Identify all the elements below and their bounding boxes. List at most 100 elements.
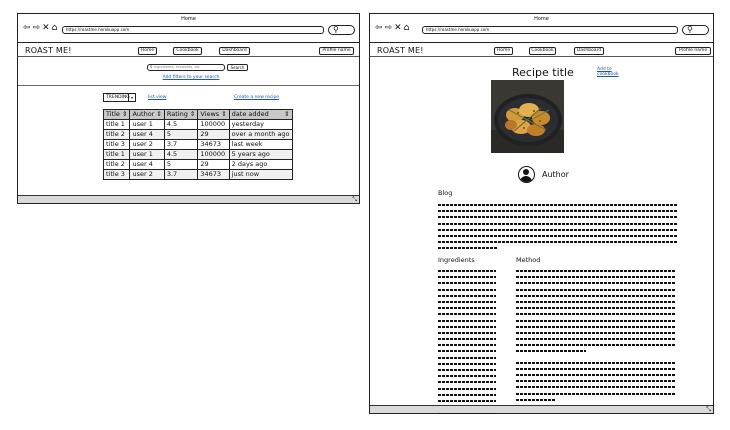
forward-arrow-icon[interactable]: ⇨ bbox=[385, 24, 393, 33]
avatar-head bbox=[523, 169, 529, 175]
cell-date: just now bbox=[228, 169, 293, 180]
window-title: Home bbox=[534, 16, 549, 22]
table-header-row: Title ⇕ Author ⇕ Rating ⇕ Views ⇕ date a… bbox=[102, 109, 293, 120]
column-header-rating[interactable]: Rating ⇕ bbox=[163, 109, 199, 120]
cookbook-button[interactable]: Cookbook bbox=[529, 47, 556, 55]
column-header-title[interactable]: Title ⇕ bbox=[102, 109, 131, 120]
add-filters-link[interactable]: Add filters to your search bbox=[146, 75, 236, 80]
browser-window-recipe: Home ⇦ ⇨ ✕ ⌂ https://roastme.herokuapp.c… bbox=[369, 13, 714, 416]
window-title: Home bbox=[181, 16, 196, 22]
column-header-author[interactable]: Author ⇕ bbox=[129, 109, 165, 120]
cell-views: 34673 bbox=[197, 169, 230, 180]
user-avatar-icon[interactable] bbox=[518, 166, 535, 183]
table-row[interactable]: title 3 user 2 3.7 34673 just now bbox=[102, 169, 293, 180]
app-logo-text[interactable]: ROAST ME! bbox=[25, 46, 72, 55]
column-header-date[interactable]: date added ⇕ bbox=[228, 109, 293, 120]
browser-search-field[interactable]: ⚲ bbox=[328, 25, 355, 35]
close-icon[interactable]: ✕ bbox=[394, 24, 402, 33]
search-icon: ⚲ bbox=[333, 25, 339, 34]
sort-dropdown-value: TRENDING bbox=[106, 95, 130, 100]
author-name[interactable]: Author bbox=[542, 170, 569, 179]
status-bar: ⤡ bbox=[18, 195, 359, 203]
create-recipe-link[interactable]: Create a new recipe bbox=[234, 95, 279, 100]
avatar-body bbox=[520, 176, 532, 182]
dashboard-button[interactable]: Dashboard bbox=[574, 47, 604, 55]
back-arrow-icon[interactable]: ⇦ bbox=[23, 24, 31, 33]
list-view-link[interactable]: list view bbox=[148, 95, 166, 100]
cell-views: 29 bbox=[197, 129, 230, 140]
ingredients-list bbox=[438, 270, 496, 419]
app-header: ROAST ME! Home Cookbook Dashboard Profil… bbox=[370, 44, 713, 57]
cell-author: user 4 bbox=[129, 159, 165, 170]
browser-nav-controls: ⇦ ⇨ ✕ ⌂ bbox=[23, 24, 57, 33]
table-row[interactable]: title 3 user 2 3.7 34673 last week bbox=[102, 139, 293, 150]
cell-author: user 1 bbox=[129, 149, 165, 160]
add-to-cookbook-link[interactable]: Add to cookbook bbox=[597, 67, 619, 77]
home-button[interactable]: Home bbox=[138, 47, 157, 55]
resize-grip-icon[interactable]: ⤡ bbox=[706, 406, 711, 413]
status-bar: ⤡ bbox=[370, 405, 713, 413]
method-text bbox=[516, 270, 676, 416]
search-placeholder: Ingredients, keywords, etc bbox=[153, 65, 200, 69]
cell-rating: 3.7 bbox=[163, 169, 199, 180]
cell-rating: 4.5 bbox=[163, 149, 199, 160]
profile-button[interactable]: Profile name bbox=[675, 47, 711, 55]
browser-search-field[interactable]: ⚲ bbox=[682, 25, 709, 35]
app-header: ROAST ME! Home Cookbook Dashboard Profil… bbox=[18, 44, 359, 57]
cell-title: title 2 bbox=[102, 159, 131, 170]
profile-button[interactable]: Profile name bbox=[319, 47, 354, 55]
cell-author: user 2 bbox=[129, 169, 165, 180]
sort-arrow-icon: ⇕ bbox=[284, 110, 290, 118]
cell-date: over a month ago bbox=[228, 129, 293, 140]
blog-heading: Blog bbox=[438, 189, 453, 197]
cell-title: title 3 bbox=[102, 139, 131, 150]
cell-views: 100000 bbox=[197, 149, 230, 160]
home-icon[interactable]: ⌂ bbox=[52, 24, 58, 33]
browser-window-list: Home ⇦ ⇨ ✕ ⌂ https://roastme.herokuapp.c… bbox=[17, 13, 360, 204]
back-arrow-icon[interactable]: ⇦ bbox=[375, 24, 383, 33]
cell-title: title 1 bbox=[102, 119, 131, 130]
forward-arrow-icon[interactable]: ⇨ bbox=[33, 24, 41, 33]
cell-author: user 4 bbox=[129, 129, 165, 140]
home-icon[interactable]: ⌂ bbox=[404, 24, 410, 33]
cell-views: 34673 bbox=[197, 139, 230, 150]
search-icon: ⚲ bbox=[687, 25, 693, 34]
cell-author: user 1 bbox=[129, 119, 165, 130]
table-row[interactable]: title 2 user 4 5 29 over a month ago bbox=[102, 129, 293, 140]
cell-title: title 2 bbox=[102, 129, 131, 140]
column-header-views[interactable]: Views ⇕ bbox=[197, 109, 230, 120]
home-button[interactable]: Home bbox=[494, 47, 513, 55]
method-heading: Method bbox=[516, 256, 541, 264]
ingredients-heading: Ingredients bbox=[438, 256, 475, 264]
search-button[interactable]: Search bbox=[227, 64, 248, 71]
cookbook-button[interactable]: Cookbook bbox=[173, 47, 202, 55]
resize-grip-icon[interactable]: ⤡ bbox=[352, 196, 357, 203]
table-row[interactable]: title 2 user 4 5 29 2 days ago bbox=[102, 159, 293, 170]
table-row[interactable]: title 1 user 1 4.5 100000 5 years ago bbox=[102, 149, 293, 160]
add-to-cookbook-line-2: cookbook bbox=[597, 72, 619, 77]
sort-dropdown[interactable]: TRENDING ▾ bbox=[103, 93, 136, 102]
divider bbox=[18, 85, 359, 86]
cell-rating: 5 bbox=[163, 129, 199, 140]
table-row[interactable]: title 1 user 1 4.5 100000 yesterday bbox=[102, 119, 293, 130]
cell-date: yesterday bbox=[228, 119, 293, 130]
url-bar[interactable]: https://roastme.herokuapp.com bbox=[422, 26, 678, 34]
cell-rating: 4.5 bbox=[163, 119, 199, 130]
recipe-search-input[interactable]: ⚲ Ingredients, keywords, etc bbox=[147, 64, 225, 71]
chevron-down-icon: ▾ bbox=[128, 94, 135, 101]
cell-views: 29 bbox=[197, 159, 230, 170]
cell-title: title 1 bbox=[102, 149, 131, 160]
browser-nav-controls: ⇦ ⇨ ✕ ⌂ bbox=[375, 24, 409, 33]
app-logo-text[interactable]: ROAST ME! bbox=[377, 46, 424, 55]
cell-rating: 5 bbox=[163, 159, 199, 170]
cell-date: last week bbox=[228, 139, 293, 150]
blog-text bbox=[438, 204, 678, 254]
recipe-title: Recipe title bbox=[512, 66, 574, 79]
cell-date: 5 years ago bbox=[228, 149, 293, 160]
dashboard-button[interactable]: Dashboard bbox=[219, 47, 250, 55]
recipes-table: Title ⇕ Author ⇕ Rating ⇕ Views ⇕ date a… bbox=[102, 109, 293, 180]
column-header-date-label: date added bbox=[231, 110, 269, 118]
close-icon[interactable]: ✕ bbox=[42, 24, 50, 33]
cell-views: 100000 bbox=[197, 119, 230, 130]
url-bar[interactable]: https://roastme.herokuapp.com bbox=[62, 26, 324, 34]
